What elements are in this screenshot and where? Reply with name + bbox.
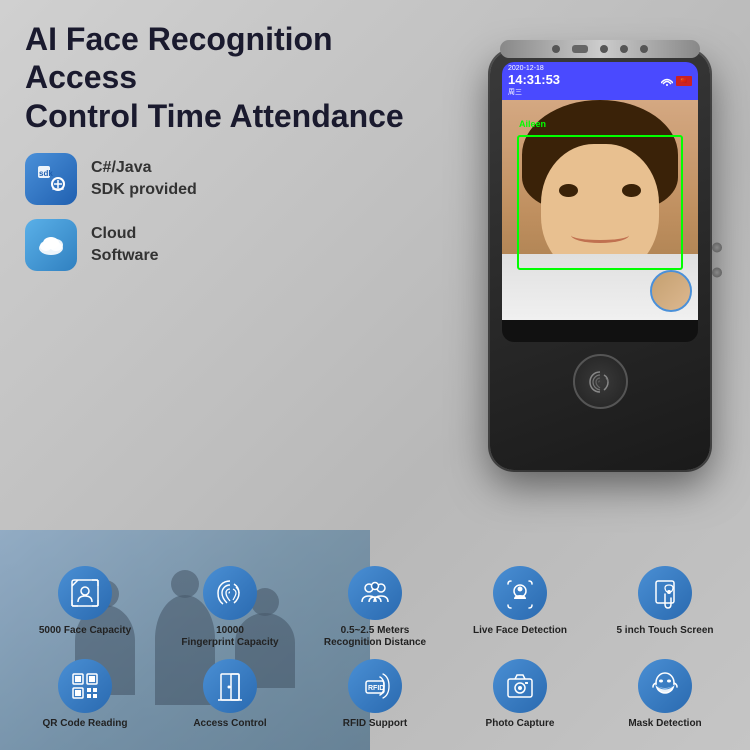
photo-capture-label: Photo Capture xyxy=(486,718,555,730)
svg-text:RFID: RFID xyxy=(368,685,384,692)
camera-lens xyxy=(572,45,588,53)
rfid-label: RFID Support xyxy=(343,718,407,730)
device-screws xyxy=(712,243,722,278)
device-bottom xyxy=(502,354,698,409)
device-screen: 2020-12-18 14:31:53 周三 🇨🇳 xyxy=(502,62,698,342)
fingerprint-capacity-item: 10000Fingerprint Capacity xyxy=(160,566,300,649)
cloud-label: Cloud Software xyxy=(91,223,159,268)
screw-bottom xyxy=(712,268,722,278)
sensor-4 xyxy=(640,45,648,53)
recognition-distance-label: 0.5~2.5 MetersRecognition Distance xyxy=(324,625,426,649)
sdk-feature: sdk C#/Java SDK provided xyxy=(25,153,325,205)
cloud-icon xyxy=(25,219,77,271)
qr-code-item: QR Code Reading xyxy=(15,659,155,730)
device-top-bar xyxy=(500,40,700,58)
sdk-label: C#/Java SDK provided xyxy=(91,157,197,202)
photo-capture-icon xyxy=(493,659,547,713)
qr-code-label: QR Code Reading xyxy=(42,718,127,730)
page-title: AI Face Recognition Access Control Time … xyxy=(25,20,405,135)
fingerprint-capacity-label: 10000Fingerprint Capacity xyxy=(181,625,278,649)
live-face-detection-label: Live Face Detection xyxy=(473,625,567,637)
face-capacity-item: 5000 Face Capacity xyxy=(15,566,155,649)
live-face-detection-icon xyxy=(493,566,547,620)
flag-icon: 🇨🇳 xyxy=(676,76,692,86)
left-features: sdk C#/Java SDK provided xyxy=(25,153,325,271)
touch-screen-item: 5 inch Touch Screen xyxy=(595,566,735,649)
live-face-detection-item: Live Face Detection xyxy=(450,566,590,649)
fingerprint-button[interactable] xyxy=(573,354,628,409)
access-control-label: Access Control xyxy=(193,718,266,730)
touch-screen-icon xyxy=(638,566,692,620)
rfid-item: RFID RFID Support xyxy=(305,659,445,730)
screen-date: 2020-12-18 14:31:53 周三 xyxy=(508,65,560,97)
sensor-3 xyxy=(620,45,628,53)
bottom-icons-grid: 5000 Face Capacity 10000Fingerprint Capa… xyxy=(15,566,735,730)
device: 2020-12-18 14:31:53 周三 🇨🇳 xyxy=(490,50,720,490)
screen-topbar: 2020-12-18 14:31:53 周三 🇨🇳 xyxy=(502,62,698,100)
detection-box: Aileen xyxy=(517,135,683,270)
access-control-icon xyxy=(203,659,257,713)
recognition-distance-icon xyxy=(348,566,402,620)
sensor-1 xyxy=(552,45,560,53)
touch-screen-label: 5 inch Touch Screen xyxy=(616,625,713,637)
fingerprint-capacity-icon xyxy=(203,566,257,620)
sdk-icon: sdk xyxy=(25,153,77,205)
cloud-feature: Cloud Software xyxy=(25,219,325,271)
mask-detection-label: Mask Detection xyxy=(628,718,701,730)
qr-code-icon xyxy=(58,659,112,713)
rfid-icon: RFID xyxy=(348,659,402,713)
screw-top xyxy=(712,243,722,253)
face-display: Aileen xyxy=(502,100,698,320)
face-capacity-icon xyxy=(58,566,112,620)
screen-icons: 🇨🇳 xyxy=(661,76,692,86)
device-body: 2020-12-18 14:31:53 周三 🇨🇳 xyxy=(490,50,710,470)
mask-detection-item: Mask Detection xyxy=(595,659,735,730)
recognition-distance-item: 0.5~2.5 MetersRecognition Distance xyxy=(305,566,445,649)
thumbnail xyxy=(650,270,692,312)
mask-detection-icon xyxy=(638,659,692,713)
photo-capture-item: Photo Capture xyxy=(450,659,590,730)
face-capacity-label: 5000 Face Capacity xyxy=(39,625,131,637)
sensor-2 xyxy=(600,45,608,53)
svg-text:sdk: sdk xyxy=(39,169,53,178)
main-content: AI Face Recognition Access Control Time … xyxy=(0,0,750,750)
access-control-item: Access Control xyxy=(160,659,300,730)
